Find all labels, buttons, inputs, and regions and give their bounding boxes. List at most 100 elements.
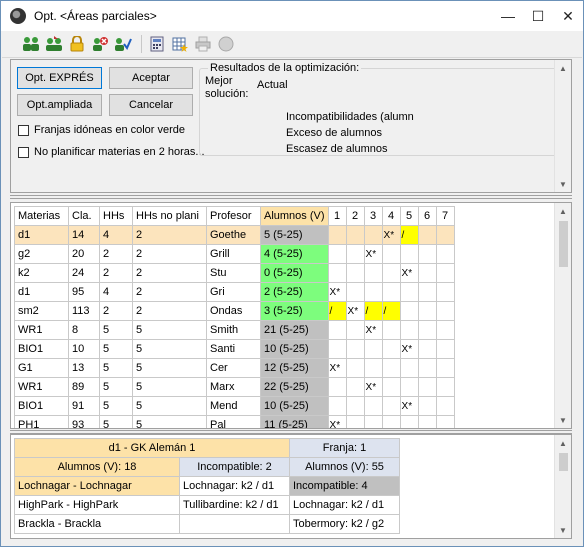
slot-cell[interactable] — [417, 263, 437, 283]
column-header[interactable]: Profesor — [206, 206, 261, 226]
slot-cell[interactable] — [435, 225, 455, 245]
class-cell[interactable]: 14 — [68, 225, 100, 245]
students-cell[interactable]: 22 (5-25) — [260, 377, 329, 397]
slot-cell[interactable]: X* — [363, 377, 383, 397]
options-scrollbar[interactable]: ▲ ▼ — [554, 60, 571, 192]
splitter-top[interactable] — [10, 195, 572, 199]
slot-cell[interactable] — [399, 244, 419, 264]
slot-cell[interactable] — [417, 377, 437, 397]
print-disabled-icon[interactable] — [194, 35, 212, 53]
slot-cell[interactable]: / — [363, 301, 383, 321]
scroll-up-icon[interactable]: ▲ — [555, 60, 571, 76]
hours-cell[interactable]: 2 — [99, 263, 133, 283]
slot-cell[interactable] — [381, 263, 401, 283]
detail-scrollbar[interactable]: ▲ ▼ — [554, 435, 571, 538]
express-button[interactable]: Opt. EXPRÉS — [17, 67, 102, 89]
class-cell[interactable]: 8 — [68, 320, 100, 340]
minimize-button[interactable]: — — [493, 1, 523, 31]
column-header[interactable]: 3 — [363, 206, 383, 226]
teacher-cell[interactable]: Goethe — [206, 225, 261, 245]
people-green-icon[interactable] — [22, 35, 40, 53]
slot-cell[interactable] — [363, 358, 383, 378]
slot-cell[interactable] — [363, 339, 383, 359]
subject-cell[interactable]: BIO1 — [14, 339, 69, 359]
slot-cell[interactable] — [435, 396, 455, 416]
subject-cell[interactable]: g2 — [14, 244, 69, 264]
class-cell[interactable]: 10 — [68, 339, 100, 359]
slot-cell[interactable]: X* — [399, 339, 419, 359]
column-header[interactable]: HHs — [99, 206, 133, 226]
slot-cell[interactable]: X* — [327, 415, 347, 428]
franja-cell[interactable]: Franja: 1 — [289, 438, 400, 458]
detail-cell[interactable]: Lochnagar: k2 / d1 — [289, 495, 400, 515]
slot-cell[interactable] — [417, 339, 437, 359]
class-cell[interactable]: 89 — [68, 377, 100, 397]
franjas-checkbox[interactable]: Franjas idóneas en color verde — [18, 124, 185, 136]
slot-cell[interactable] — [435, 263, 455, 283]
table-row[interactable]: G1 13 5 5 Cer 12 (5-25) X* — [14, 358, 455, 378]
table-row[interactable]: PH1 93 5 5 Pal 11 (5-25) X* — [14, 415, 455, 428]
table-row[interactable]: k2 24 2 2 Stu 0 (5-25) X* — [14, 263, 455, 283]
slot-cell[interactable] — [345, 396, 365, 416]
class-cell[interactable]: 93 — [68, 415, 100, 428]
hours-cell[interactable]: 4 — [99, 282, 133, 302]
subject-cell[interactable]: WR1 — [14, 320, 69, 340]
hours-cell[interactable]: 2 — [99, 301, 133, 321]
slot-cell[interactable] — [417, 320, 437, 340]
teacher-cell[interactable]: Pal — [206, 415, 261, 428]
slot-cell[interactable] — [345, 377, 365, 397]
unplanned-hours-cell[interactable]: 5 — [132, 377, 207, 397]
slot-cell[interactable] — [363, 396, 383, 416]
slot-cell[interactable] — [345, 225, 365, 245]
subject-cell[interactable]: PH1 — [14, 415, 69, 428]
lock-icon[interactable] — [68, 35, 86, 53]
subject-cell[interactable]: d1 - GK Alemán 1 — [14, 438, 290, 458]
subject-cell[interactable]: BIO1 — [14, 396, 69, 416]
slot-cell[interactable]: / — [381, 301, 401, 321]
subject-cell[interactable]: sm2 — [14, 301, 69, 321]
slot-cell[interactable] — [417, 415, 437, 428]
cancel-button[interactable]: Cancelar — [109, 94, 193, 116]
unplanned-hours-cell[interactable]: 2 — [132, 244, 207, 264]
teacher-cell[interactable]: Mend — [206, 396, 261, 416]
column-header[interactable]: Cla. — [68, 206, 100, 226]
slot-cell[interactable] — [381, 320, 401, 340]
checkbox-box[interactable] — [18, 146, 29, 158]
detail-cell[interactable]: Brackla - Brackla — [14, 514, 180, 534]
subject-cell[interactable]: d1 — [14, 282, 69, 302]
grid-scrollbar[interactable]: ▲ ▼ — [554, 203, 571, 428]
stop-disabled-icon[interactable] — [217, 35, 235, 53]
table-row[interactable]: BIO1 10 5 5 Santi 10 (5-25) X* — [14, 339, 455, 359]
hours-cell[interactable]: 4 — [99, 225, 133, 245]
slot-cell[interactable] — [327, 244, 347, 264]
slot-cell[interactable] — [435, 415, 455, 428]
slot-cell[interactable]: X* — [399, 396, 419, 416]
table-star-icon[interactable] — [171, 35, 189, 53]
slot-cell[interactable]: X* — [327, 358, 347, 378]
slot-cell[interactable] — [381, 377, 401, 397]
teacher-cell[interactable]: Santi — [206, 339, 261, 359]
teacher-cell[interactable]: Ondas — [206, 301, 261, 321]
unplanned-hours-cell[interactable]: 2 — [132, 282, 207, 302]
detail-cell[interactable]: Incompatible: 4 — [289, 476, 400, 496]
column-header[interactable]: 5 — [399, 206, 419, 226]
slot-cell[interactable] — [435, 377, 455, 397]
subject-cell[interactable]: d1 — [14, 225, 69, 245]
slot-cell[interactable] — [417, 225, 437, 245]
column-header[interactable]: Materias — [14, 206, 69, 226]
calculator-icon[interactable] — [148, 35, 166, 53]
column-header[interactable]: 7 — [435, 206, 455, 226]
accept-button[interactable]: Aceptar — [109, 67, 193, 89]
slot-cell[interactable]: X* — [399, 263, 419, 283]
slot-cell[interactable] — [435, 358, 455, 378]
table-row[interactable]: sm2 113 2 2 Ondas 3 (5-25) / X* / / — [14, 301, 455, 321]
slot-cell[interactable] — [399, 301, 419, 321]
detail-cell[interactable]: Lochnagar - Lochnagar — [14, 476, 180, 496]
slot-cell[interactable]: X* — [363, 244, 383, 264]
slot-cell[interactable] — [435, 244, 455, 264]
hours-cell[interactable]: 2 — [99, 244, 133, 264]
column-header[interactable]: HHs no plani — [132, 206, 207, 226]
students-cell[interactable]: 2 (5-25) — [260, 282, 329, 302]
unplanned-hours-cell[interactable]: 5 — [132, 415, 207, 428]
scroll-down-icon[interactable]: ▼ — [555, 412, 571, 428]
